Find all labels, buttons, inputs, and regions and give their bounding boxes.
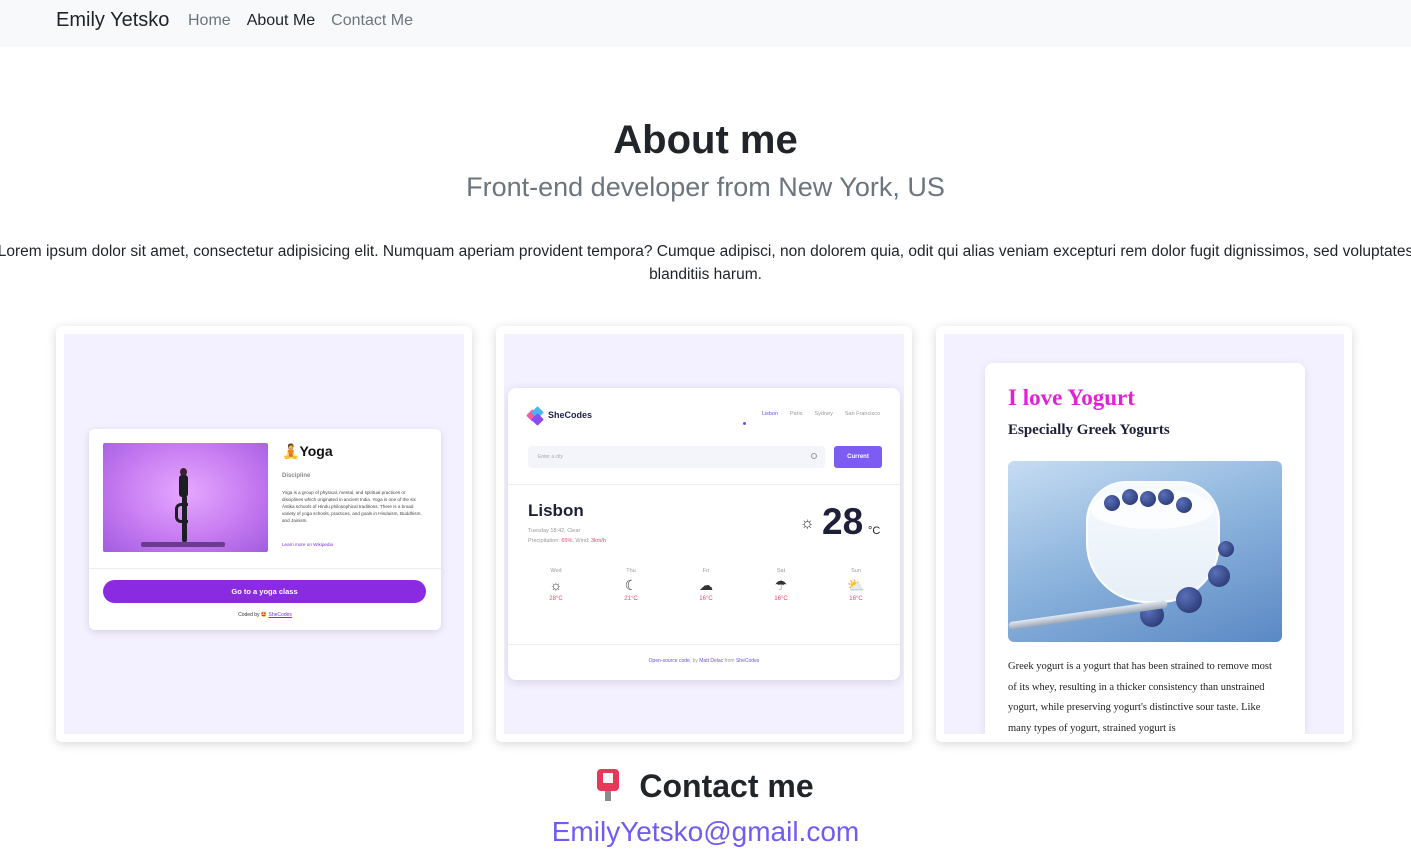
- forecast-day: Sun ⛅ 16°C: [828, 568, 884, 602]
- rain-cloud-icon: ☂: [774, 577, 788, 593]
- brand-link[interactable]: Emily Yetsko: [56, 9, 169, 32]
- forecast-temp: 16°C: [849, 596, 863, 602]
- blueberry: [1218, 541, 1234, 557]
- divider: [508, 484, 900, 485]
- search-placeholder: Enter a city: [538, 454, 564, 460]
- yoga-photo: [103, 443, 268, 552]
- divider: [89, 568, 441, 569]
- blueberry: [1104, 495, 1120, 511]
- project-screenshot: 🧘Yoga Discipline Yoga is a group of phys…: [64, 334, 464, 734]
- city-link-san-francisco[interactable]: San Francisco: [845, 411, 880, 417]
- project-screenshot: I love Yogurt Especially Greek Yogurts G…: [944, 334, 1344, 734]
- forecast-day: Sat ☂ 16°C: [753, 568, 809, 602]
- temperature-value: 28: [822, 501, 864, 542]
- yogurt-text: Greek yogurt is a yogurt that has been s…: [1008, 661, 1272, 734]
- contact-title-text: Contact me: [639, 768, 814, 804]
- yoga-emoji: 🧘: [282, 443, 300, 459]
- weather-details: Precipitation: 65%, Wind: 3km/h: [528, 538, 606, 544]
- divider: [508, 644, 900, 645]
- yogurt-title: I love Yogurt: [1008, 385, 1135, 410]
- about-title: About me: [613, 118, 798, 162]
- yoga-mat: [141, 542, 225, 547]
- yoga-coded-by: Coded by 🤩 SheCodes: [89, 612, 441, 618]
- project-screenshot: SheCodes Lisbon Paris Sydney San Francis…: [504, 334, 904, 734]
- wind-value: 3km/h: [591, 538, 606, 544]
- about-subtitle: Front-end developer from New York, US: [466, 172, 945, 202]
- yoga-title-text: Yoga: [299, 443, 333, 459]
- coded-by-emoji: 🤩: [260, 612, 268, 618]
- open-source-link[interactable]: Open-source code: [649, 658, 690, 664]
- moon-icon: ☾: [624, 577, 638, 593]
- yoga-title: 🧘Yoga: [282, 443, 333, 460]
- blueberry: [1176, 497, 1192, 513]
- nav-link-about[interactable]: About Me: [247, 12, 315, 30]
- precip-label: Precipitation:: [528, 538, 560, 544]
- weather-city: Lisbon: [528, 501, 584, 520]
- forecast: Wed ☼ 28°C Thu ☾ 21°C Fri ☁ 16°C Sat ☂ 1…: [528, 568, 884, 602]
- wind-label: , Wind:: [572, 538, 590, 544]
- forecast-day: Wed ☼ 28°C: [528, 568, 584, 602]
- contact-title: Contact me: [0, 768, 1411, 805]
- forecast-temp: 21°C: [624, 596, 638, 602]
- blueberry: [1140, 491, 1156, 507]
- shecodes-logo-icon: [526, 406, 546, 426]
- weather-brand: SheCodes: [548, 410, 593, 420]
- footer-from: from: [723, 658, 736, 664]
- temperature-unit: °C: [868, 525, 881, 537]
- project-card-weather[interactable]: SheCodes Lisbon Paris Sydney San Francis…: [496, 326, 912, 742]
- forecast-temp: 16°C: [699, 596, 713, 602]
- yogurt-page: I love Yogurt Especially Greek Yogurts G…: [985, 363, 1305, 734]
- weather-app: SheCodes Lisbon Paris Sydney San Francis…: [508, 388, 900, 680]
- yoga-class-button[interactable]: Go to a yoga class: [103, 580, 426, 603]
- project-card-yoga[interactable]: 🧘Yoga Discipline Yoga is a group of phys…: [56, 326, 472, 742]
- navbar: Emily Yetsko Home About Me Contact Me: [0, 0, 1411, 47]
- yogurt-photo: [1008, 461, 1282, 642]
- blueberry: [1176, 587, 1202, 613]
- city-link-paris[interactable]: Paris: [790, 411, 803, 417]
- author-link[interactable]: Matt Delac: [699, 658, 723, 664]
- city-search-input[interactable]: Enter a city: [528, 446, 825, 468]
- nav-link-home[interactable]: Home: [188, 12, 231, 30]
- forecast-day: Fri ☁ 16°C: [678, 568, 734, 602]
- email-link[interactable]: EmilyYetsko@gmail.com: [0, 816, 1411, 848]
- blueberry: [1122, 489, 1138, 505]
- partly-cloudy-icon: ⛅: [847, 577, 865, 593]
- shecodes-link[interactable]: SheCodes: [269, 612, 292, 618]
- yoga-figure-bent-leg: [175, 503, 188, 523]
- weather-date: Tuesday 18:42, Clear: [528, 528, 581, 534]
- current-location-button[interactable]: Current: [834, 446, 882, 468]
- active-city-dot: [743, 422, 746, 425]
- precip-value: 65%: [561, 538, 573, 544]
- about-paragraph: Lorem ipsum dolor sit amet, consectetur …: [0, 243, 1411, 283]
- yogurt-subtitle: Especially Greek Yogurts: [1008, 422, 1170, 438]
- coded-by-label: Coded by: [238, 612, 260, 618]
- nav-links: Home About Me Contact Me: [188, 12, 413, 30]
- yoga-description: Yoga is a group of physical, mental, and…: [282, 490, 422, 523]
- mailbox-icon: [597, 769, 620, 801]
- sun-icon: ☼: [549, 577, 563, 593]
- cloud-icon: ☁: [699, 577, 713, 593]
- yoga-wikipedia-link[interactable]: Learn more on Wikipedia: [282, 542, 333, 547]
- forecast-temp: 16°C: [774, 596, 788, 602]
- blueberry: [1158, 489, 1174, 505]
- city-link-lisbon[interactable]: Lisbon: [762, 411, 778, 417]
- city-link-sydney[interactable]: Sydney: [814, 411, 832, 417]
- project-card-yogurt[interactable]: I love Yogurt Especially Greek Yogurts G…: [936, 326, 1352, 742]
- nav-link-contact[interactable]: Contact Me: [331, 12, 413, 30]
- yoga-discipline: Discipline: [282, 473, 311, 479]
- yoga-figure-body: [179, 475, 188, 497]
- forecast-temp: 28°C: [549, 596, 563, 602]
- shecodes-link[interactable]: SheCodes: [736, 658, 759, 664]
- footer-by: , by: [689, 658, 700, 664]
- blueberry: [1208, 565, 1230, 587]
- forecast-day: Thu ☾ 21°C: [603, 568, 659, 602]
- sun-icon: ☼: [800, 515, 815, 532]
- search-icon: [811, 453, 817, 459]
- city-links: Lisbon Paris Sydney San Francisco: [762, 411, 880, 417]
- yoga-card: 🧘Yoga Discipline Yoga is a group of phys…: [89, 429, 441, 630]
- weather-footer: Open-source code, by Matt Delac from She…: [508, 658, 900, 664]
